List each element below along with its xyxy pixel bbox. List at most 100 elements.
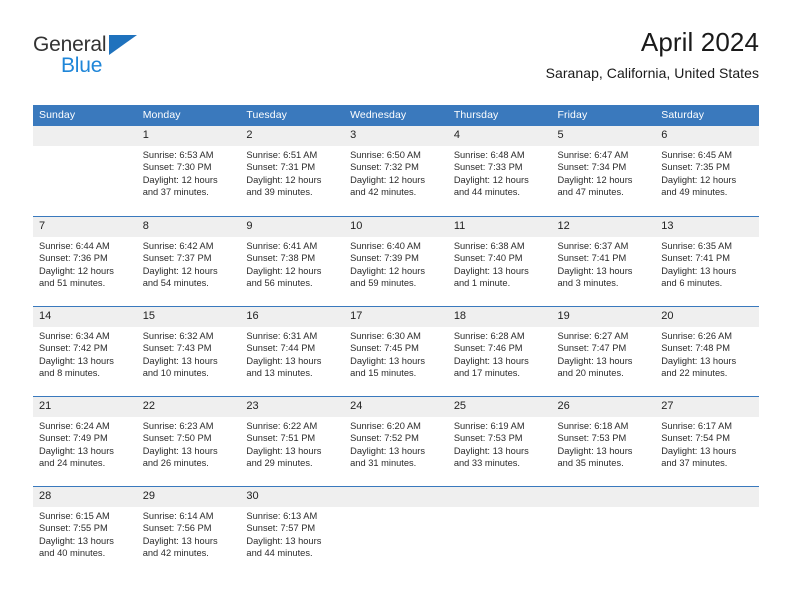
calendar-day-cell: 3 Sunrise: 6:50 AM Sunset: 7:32 PM Daylight… [344,126,448,216]
sunrise-text: Sunrise: 6:24 AM [39,421,110,431]
day-cell-26[interactable]: 26 Sunrise: 6:18 AM Sunset: 7:53 PM Dayligh… [551,396,656,486]
sunrise-text: Sunrise: 6:19 AM [453,421,525,431]
sunset-text: Sunset: 7:36 PM [39,253,108,264]
weekday-header-sunday: Sunday [33,105,137,126]
day-cell-7[interactable]: 7 Sunrise: 6:44 AM Sunset: 7:36 PM Daylight… [33,216,137,306]
day-number: 15 [136,307,241,327]
day-cell-17[interactable]: 17 Sunrise: 6:30 AM Sunset: 7:45 PM Dayligh… [344,306,448,396]
day-cell-29[interactable]: 29 Sunrise: 6:14 AM Sunset: 7:56 PM Dayligh… [136,486,241,576]
daylight-text-line1: Daylight: 13 hours [246,355,322,366]
daylight-text-line2: and 13 minutes. [246,367,313,378]
daylight-text-line2: and 10 minutes. [142,367,209,378]
sunset-text: Sunset: 7:52 PM [350,433,419,444]
daylight-text-line1: Daylight: 13 hours [39,535,114,546]
sunrise-text: Sunrise: 6:45 AM [661,150,733,160]
day-cell-1[interactable]: 1 Sunrise: 6:53 AM Sunset: 7:30 PM Daylight… [136,126,241,216]
daylight-text-line1: Daylight: 12 hours [350,265,426,276]
day-number: 24 [344,397,448,417]
day-number: 20 [655,307,759,327]
daylight-text-line1: Daylight: 13 hours [453,265,529,276]
day-cell-9[interactable]: 9 Sunrise: 6:41 AM Sunset: 7:38 PM Daylight… [240,216,345,306]
day-cell-14[interactable]: 14 Sunrise: 6:34 AM Sunset: 7:42 PM Dayligh… [33,306,137,396]
day-info: Sunrise: 6:30 AM Sunset: 7:45 PM Daylight:… [344,327,448,379]
day-cell-6[interactable]: 6 Sunrise: 6:45 AM Sunset: 7:35 PM Daylight… [655,126,759,216]
calendar-day-cell: 24 Sunrise: 6:20 AM Sunset: 7:52 PM Dayligh… [344,396,448,486]
page-header: General Blue April 2024 Saranap, Califor… [33,26,759,98]
sunrise-text: Sunrise: 6:35 AM [661,241,733,251]
day-cell-30[interactable]: 30 Sunrise: 6:13 AM Sunset: 7:57 PM Dayligh… [240,486,345,576]
sunset-text: Sunset: 7:48 PM [661,343,730,354]
day-cell-21[interactable]: 21 Sunrise: 6:24 AM Sunset: 7:49 PM Dayligh… [33,396,137,486]
day-cell-15[interactable]: 15 Sunrise: 6:32 AM Sunset: 7:43 PM Dayligh… [136,306,241,396]
daylight-text-line2: and 51 minutes. [39,277,106,288]
daylight-text-line1: Daylight: 12 hours [557,174,633,185]
day-cell-18[interactable]: 18 Sunrise: 6:28 AM Sunset: 7:46 PM Dayligh… [447,306,552,396]
calendar-day-cell: 9 Sunrise: 6:41 AM Sunset: 7:38 PM Daylight… [240,216,345,306]
calendar-day-cell: 22 Sunrise: 6:23 AM Sunset: 7:50 PM Dayligh… [136,396,241,486]
sunset-text: Sunset: 7:47 PM [557,343,627,354]
day-cell-24[interactable]: 24 Sunrise: 6:20 AM Sunset: 7:52 PM Dayligh… [344,396,448,486]
daylight-text-line2: and 47 minutes. [557,186,624,197]
calendar-day-cell: 15 Sunrise: 6:32 AM Sunset: 7:43 PM Dayligh… [136,306,241,396]
day-cell-25[interactable]: 25 Sunrise: 6:19 AM Sunset: 7:53 PM Dayligh… [447,396,552,486]
calendar-body: 1 Sunrise: 6:53 AM Sunset: 7:30 PM Daylight… [33,126,759,576]
daylight-text-line2: and 42 minutes. [350,186,417,197]
day-info: Sunrise: 6:48 AM Sunset: 7:33 PM Daylight:… [448,146,552,198]
sunrise-text: Sunrise: 6:50 AM [350,150,421,160]
day-cell-3[interactable]: 3 Sunrise: 6:50 AM Sunset: 7:32 PM Daylight… [344,126,448,216]
calendar-day-cell: 23 Sunrise: 6:22 AM Sunset: 7:51 PM Dayligh… [240,396,345,486]
day-cell-12[interactable]: 12 Sunrise: 6:37 AM Sunset: 7:41 PM Dayligh… [551,216,656,306]
day-cell-20[interactable]: 20 Sunrise: 6:26 AM Sunset: 7:48 PM Dayligh… [655,306,759,396]
sunset-text: Sunset: 7:51 PM [246,433,316,444]
day-cell-19[interactable]: 19 Sunrise: 6:27 AM Sunset: 7:47 PM Dayligh… [551,306,656,396]
sunset-text: Sunset: 7:40 PM [453,253,523,264]
day-number: 25 [447,397,552,417]
day-info: Sunrise: 6:28 AM Sunset: 7:46 PM Daylight:… [448,327,552,379]
day-number: 12 [551,217,656,237]
daylight-text-line2: and 35 minutes. [557,457,624,468]
day-cell-23[interactable]: 23 Sunrise: 6:22 AM Sunset: 7:51 PM Dayligh… [240,396,345,486]
day-number: 17 [344,307,448,327]
daylight-text-line1: Daylight: 12 hours [453,174,529,185]
daylight-text-line1: Daylight: 12 hours [142,265,218,276]
day-cell-22[interactable]: 22 Sunrise: 6:23 AM Sunset: 7:50 PM Dayligh… [136,396,241,486]
calendar-empty-cell [344,486,448,576]
day-number [655,487,759,507]
weekday-header-saturday: Saturday [655,105,759,126]
day-cell-10[interactable]: 10 Sunrise: 6:40 AM Sunset: 7:39 PM Dayligh… [344,216,448,306]
calendar-empty-cell [551,486,656,576]
day-info: Sunrise: 6:26 AM Sunset: 7:48 PM Daylight:… [655,327,759,379]
day-info: Sunrise: 6:13 AM Sunset: 7:57 PM Daylight:… [240,507,344,559]
sunrise-text: Sunrise: 6:47 AM [557,150,629,160]
calendar-day-cell: 13 Sunrise: 6:35 AM Sunset: 7:41 PM Dayligh… [655,216,759,306]
day-info: Sunrise: 6:38 AM Sunset: 7:40 PM Daylight:… [448,237,552,289]
day-cell-27[interactable]: 27 Sunrise: 6:17 AM Sunset: 7:54 PM Dayligh… [655,396,759,486]
sunrise-text: Sunrise: 6:17 AM [661,421,733,431]
daylight-text-line1: Daylight: 13 hours [661,355,737,366]
day-cell-28[interactable]: 28 Sunrise: 6:15 AM Sunset: 7:55 PM Dayligh… [33,486,137,576]
day-cell-13[interactable]: 13 Sunrise: 6:35 AM Sunset: 7:41 PM Dayligh… [655,216,759,306]
day-cell-2[interactable]: 2 Sunrise: 6:51 AM Sunset: 7:31 PM Daylight… [240,126,345,216]
daylight-text-line2: and 59 minutes. [350,277,417,288]
sunrise-text: Sunrise: 6:28 AM [453,331,525,341]
daylight-text-line2: and 44 minutes. [453,186,520,197]
day-cell-4[interactable]: 4 Sunrise: 6:48 AM Sunset: 7:33 PM Daylight… [447,126,552,216]
daylight-text-line1: Daylight: 13 hours [142,445,218,456]
day-number: 18 [447,307,552,327]
calendar-day-cell: 1 Sunrise: 6:53 AM Sunset: 7:30 PM Daylight… [136,126,241,216]
empty-day-cell [344,486,448,576]
sunset-text: Sunset: 7:53 PM [557,433,627,444]
day-cell-11[interactable]: 11 Sunrise: 6:38 AM Sunset: 7:40 PM Dayligh… [447,216,552,306]
sunrise-text: Sunrise: 6:32 AM [142,331,214,341]
sunset-text: Sunset: 7:32 PM [350,162,419,173]
sunrise-text: Sunrise: 6:40 AM [350,241,421,251]
day-info: Sunrise: 6:24 AM Sunset: 7:49 PM Daylight:… [33,417,137,469]
day-info: Sunrise: 6:27 AM Sunset: 7:47 PM Daylight:… [552,327,656,379]
day-cell-16[interactable]: 16 Sunrise: 6:31 AM Sunset: 7:44 PM Dayligh… [240,306,345,396]
day-cell-8[interactable]: 8 Sunrise: 6:42 AM Sunset: 7:37 PM Daylight… [136,216,241,306]
sunrise-text: Sunrise: 6:38 AM [453,241,525,251]
day-info: Sunrise: 6:50 AM Sunset: 7:32 PM Daylight:… [344,146,448,198]
calendar-day-cell: 28 Sunrise: 6:15 AM Sunset: 7:55 PM Dayligh… [33,486,137,576]
daylight-text-line2: and 15 minutes. [350,367,417,378]
day-cell-5[interactable]: 5 Sunrise: 6:47 AM Sunset: 7:34 PM Daylight… [551,126,656,216]
